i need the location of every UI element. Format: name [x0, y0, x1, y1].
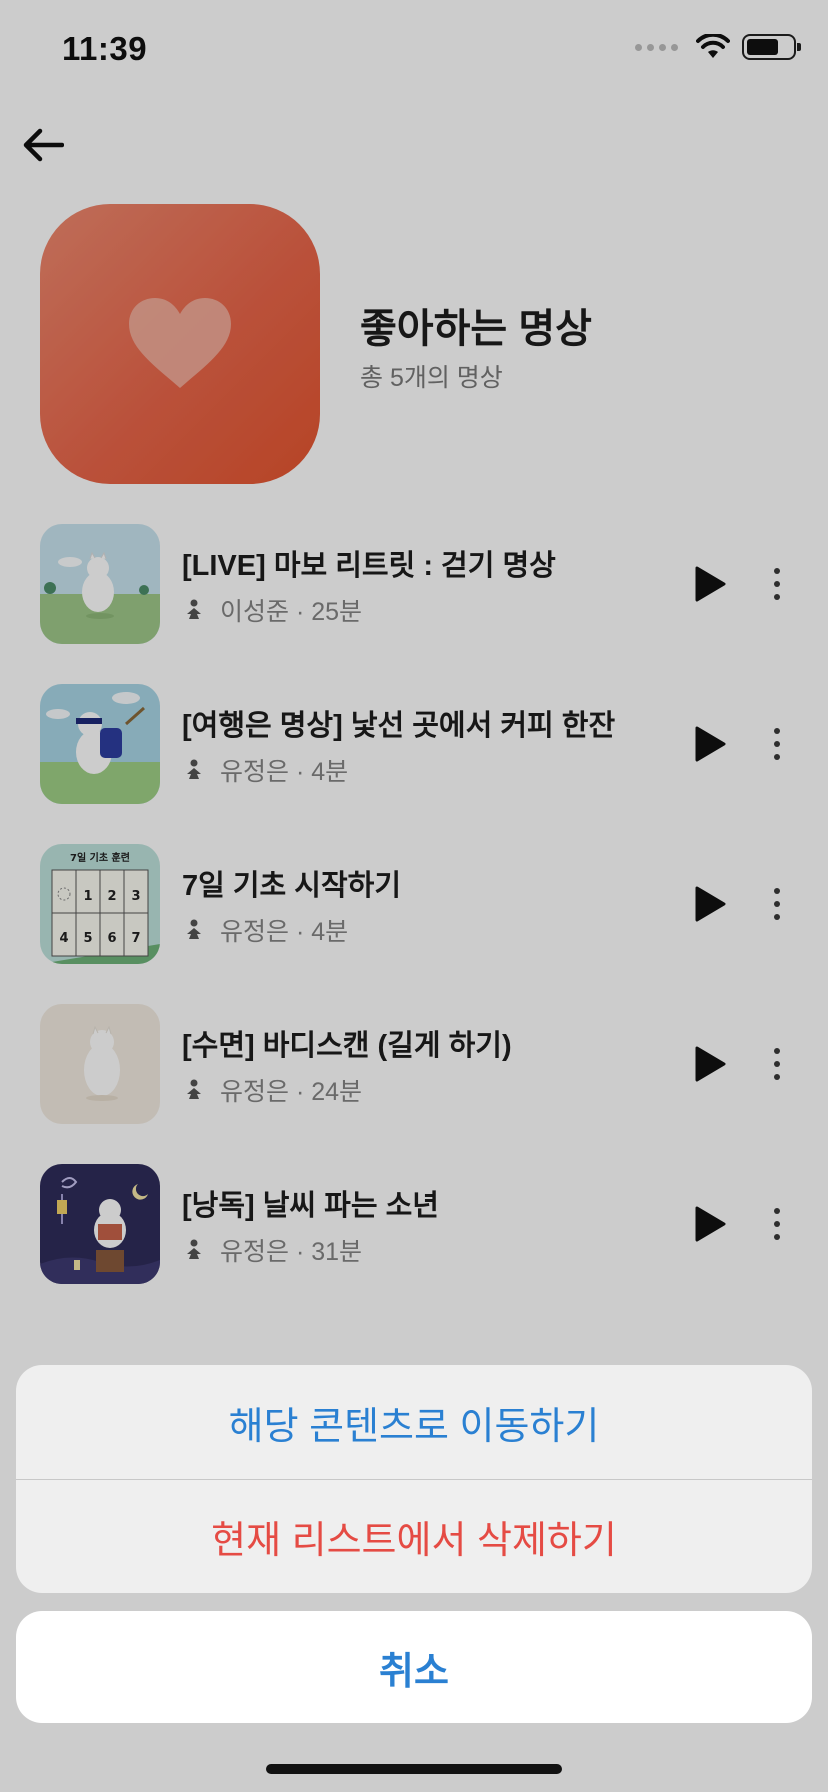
go-to-content-button[interactable]: 해당 콘텐츠로 이동하기	[16, 1365, 812, 1479]
delete-from-list-button[interactable]: 현재 리스트에서 삭제하기	[16, 1479, 812, 1593]
cancel-button[interactable]: 취소	[16, 1611, 812, 1723]
home-indicator	[266, 1764, 562, 1774]
action-sheet: 해당 콘텐츠로 이동하기 현재 리스트에서 삭제하기	[16, 1365, 812, 1593]
